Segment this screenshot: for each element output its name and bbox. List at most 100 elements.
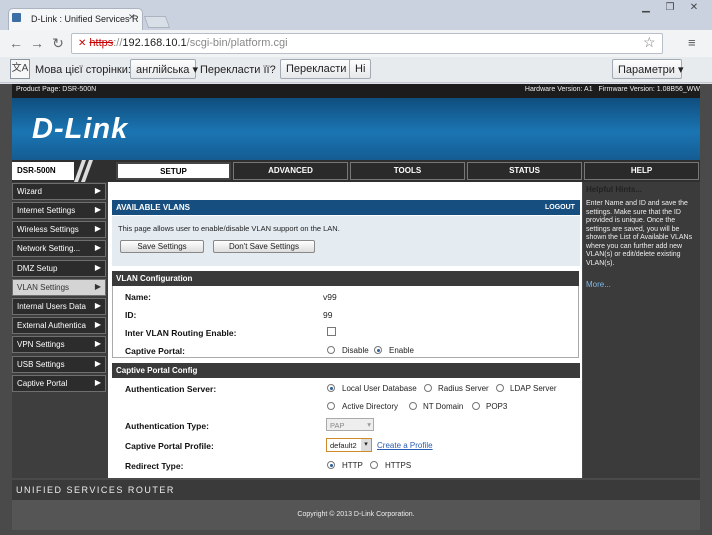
sidebar-item-internet-settings[interactable]: Internet Settings ▶ — [12, 202, 106, 219]
radius-server-radio[interactable] — [424, 384, 432, 392]
help-more-link[interactable]: More... — [586, 280, 611, 289]
no-translate-button[interactable]: Ні — [349, 59, 372, 79]
close-window-icon[interactable]: ✕ — [684, 1, 704, 15]
redirect-https-radio[interactable] — [370, 461, 378, 469]
redirect-label: Redirect Type: — [125, 461, 184, 471]
tab-setup[interactable]: SETUP — [116, 162, 231, 180]
translate-icon: 文A — [10, 59, 30, 79]
address-bar[interactable]: ✕ https://192.168.10.1/scgi-bin/platform.… — [71, 33, 663, 54]
sidebar-item-vlan-settings[interactable]: VLAN Settings ▶ — [12, 279, 106, 296]
sidebar-item-label: Internal Users Data — [17, 302, 86, 311]
bookmark-star-icon[interactable]: ☆ — [643, 34, 656, 51]
minimize-icon[interactable]: ▁ — [636, 1, 656, 15]
profile-label: Captive Portal Profile: — [125, 441, 214, 451]
chevron-right-icon: ▶ — [94, 282, 101, 291]
tab-tools[interactable]: TOOLS — [350, 162, 465, 180]
local-user-database-radio[interactable] — [327, 384, 335, 392]
profile-value: default2 — [330, 441, 357, 450]
tab-status[interactable]: STATUS — [467, 162, 582, 180]
back-icon[interactable]: ← — [8, 35, 24, 51]
redirect-http-label: HTTP — [342, 461, 363, 470]
sidebar-item-label: VPN Settings — [17, 340, 65, 349]
tab-title: D-Link : Unified Services R — [31, 14, 139, 24]
reload-icon[interactable]: ↻ — [50, 35, 66, 51]
url-path: /scgi-bin/platform.cgi — [186, 37, 288, 49]
captive-config-header: Captive Portal Config — [112, 363, 580, 378]
auth-type-label: Authentication Type: — [125, 421, 209, 431]
available-vlans-header: AVAILABLE VLANS — [112, 200, 580, 215]
chevron-down-icon: ▾ — [677, 64, 684, 76]
sidebar-item-label: External Authentica — [17, 321, 86, 330]
tab-help[interactable]: HELP — [584, 162, 699, 180]
name-value: v99 — [323, 292, 337, 302]
insecure-lock-icon: ✕ — [78, 38, 87, 49]
page-description: This page allows user to enable/disable … — [118, 224, 340, 233]
language-select[interactable]: англійська ▾ — [130, 59, 198, 79]
captive-enable-label: Enable — [389, 346, 414, 355]
options-button[interactable]: Параметри ▾ — [612, 59, 684, 79]
pop3-label: POP3 — [486, 402, 508, 411]
captive-disable-radio[interactable] — [327, 346, 335, 354]
redirect-http-radio[interactable] — [327, 461, 335, 469]
auth-type-select[interactable]: PAP ▾ — [326, 418, 374, 431]
forward-icon[interactable]: → — [29, 35, 45, 51]
url-host: 192.168.10.1 — [122, 37, 187, 49]
ldap-server-radio[interactable] — [496, 384, 504, 392]
sidebar-item-wireless-settings[interactable]: Wireless Settings ▶ — [12, 221, 106, 238]
chevron-right-icon: ▶ — [94, 378, 101, 387]
chevron-right-icon: ▶ — [94, 263, 101, 272]
chevron-down-icon: ▾ — [361, 439, 371, 451]
sidebar-item-label: VLAN Settings — [17, 283, 70, 292]
footer-brand: UNIFIED SERVICES ROUTER — [12, 480, 700, 500]
chevron-right-icon: ▶ — [94, 301, 101, 310]
nt-domain-radio[interactable] — [409, 402, 417, 410]
sidebar-item-label: Wizard — [17, 187, 42, 196]
new-tab-button[interactable] — [143, 16, 171, 28]
url-scheme: https — [89, 37, 114, 49]
browser-tab[interactable]: D-Link : Unified Services R — [8, 8, 143, 30]
close-tab-icon[interactable]: ✕ — [128, 12, 136, 23]
sidebar-item-vpn-settings[interactable]: VPN Settings ▶ — [12, 336, 106, 353]
firmware-version: Firmware Version: 1.08B56_WW — [598, 86, 700, 93]
options-label: Параметри — [618, 64, 675, 76]
chevron-right-icon: ▶ — [94, 243, 101, 252]
active-directory-radio[interactable] — [327, 402, 335, 410]
profile-select[interactable]: default2 ▾ — [326, 438, 372, 452]
nt-domain-label: NT Domain — [423, 402, 464, 411]
sidebar-item-label: Wireless Settings — [17, 225, 79, 234]
model-label: DSR-500N — [12, 162, 74, 180]
save-settings-button[interactable]: Save Settings — [120, 240, 204, 253]
auth-server-label: Authentication Server: — [125, 384, 217, 394]
captive-disable-label: Disable — [342, 346, 369, 355]
version-info: Hardware Version: A1 Firmware Version: 1… — [525, 86, 700, 93]
help-text: Enter Name and ID and save the settings.… — [586, 200, 693, 267]
sidebar-item-external-authentication[interactable]: External Authentica ▶ — [12, 317, 106, 334]
sidebar-item-label: USB Settings — [17, 360, 65, 369]
menu-icon[interactable]: ≡ — [688, 35, 696, 50]
sidebar-item-wizard[interactable]: Wizard ▶ — [12, 183, 106, 200]
vlan-config-header: VLAN Configuration — [112, 271, 579, 286]
dont-save-settings-button[interactable]: Don't Save Settings — [213, 240, 315, 253]
sidebar-item-usb-settings[interactable]: USB Settings ▶ — [12, 356, 106, 373]
logout-link[interactable]: LOGOUT — [545, 204, 575, 211]
auth-type-value: PAP — [330, 421, 345, 430]
sidebar-item-label: Network Setting... — [17, 244, 81, 253]
chevron-right-icon: ▶ — [94, 339, 101, 348]
sidebar-item-internal-users-data[interactable]: Internal Users Data ▶ — [12, 298, 106, 315]
sidebar-item-captive-portal[interactable]: Captive Portal ▶ — [12, 375, 106, 392]
inter-vlan-checkbox[interactable] — [327, 327, 336, 336]
redirect-https-label: HTTPS — [385, 461, 412, 470]
help-title: Helpful Hints... — [586, 185, 642, 194]
chevron-down-icon: ▾ — [192, 64, 198, 76]
restore-icon[interactable]: ❐ — [660, 1, 680, 15]
tab-advanced[interactable]: ADVANCED — [233, 162, 348, 180]
translate-button[interactable]: Перекласти — [280, 59, 353, 79]
sidebar-item-dmz-setup[interactable]: DMZ Setup ▶ — [12, 260, 106, 277]
captive-enable-radio[interactable] — [374, 346, 382, 354]
dlink-logo: D-Link — [32, 113, 129, 145]
chevron-right-icon: ▶ — [94, 320, 101, 329]
sidebar-item-network-settings[interactable]: Network Setting... ▶ — [12, 240, 106, 257]
pop3-radio[interactable] — [472, 402, 480, 410]
local-user-database-label: Local User Database — [342, 384, 417, 393]
create-profile-link[interactable]: Create a Profile — [377, 441, 433, 450]
